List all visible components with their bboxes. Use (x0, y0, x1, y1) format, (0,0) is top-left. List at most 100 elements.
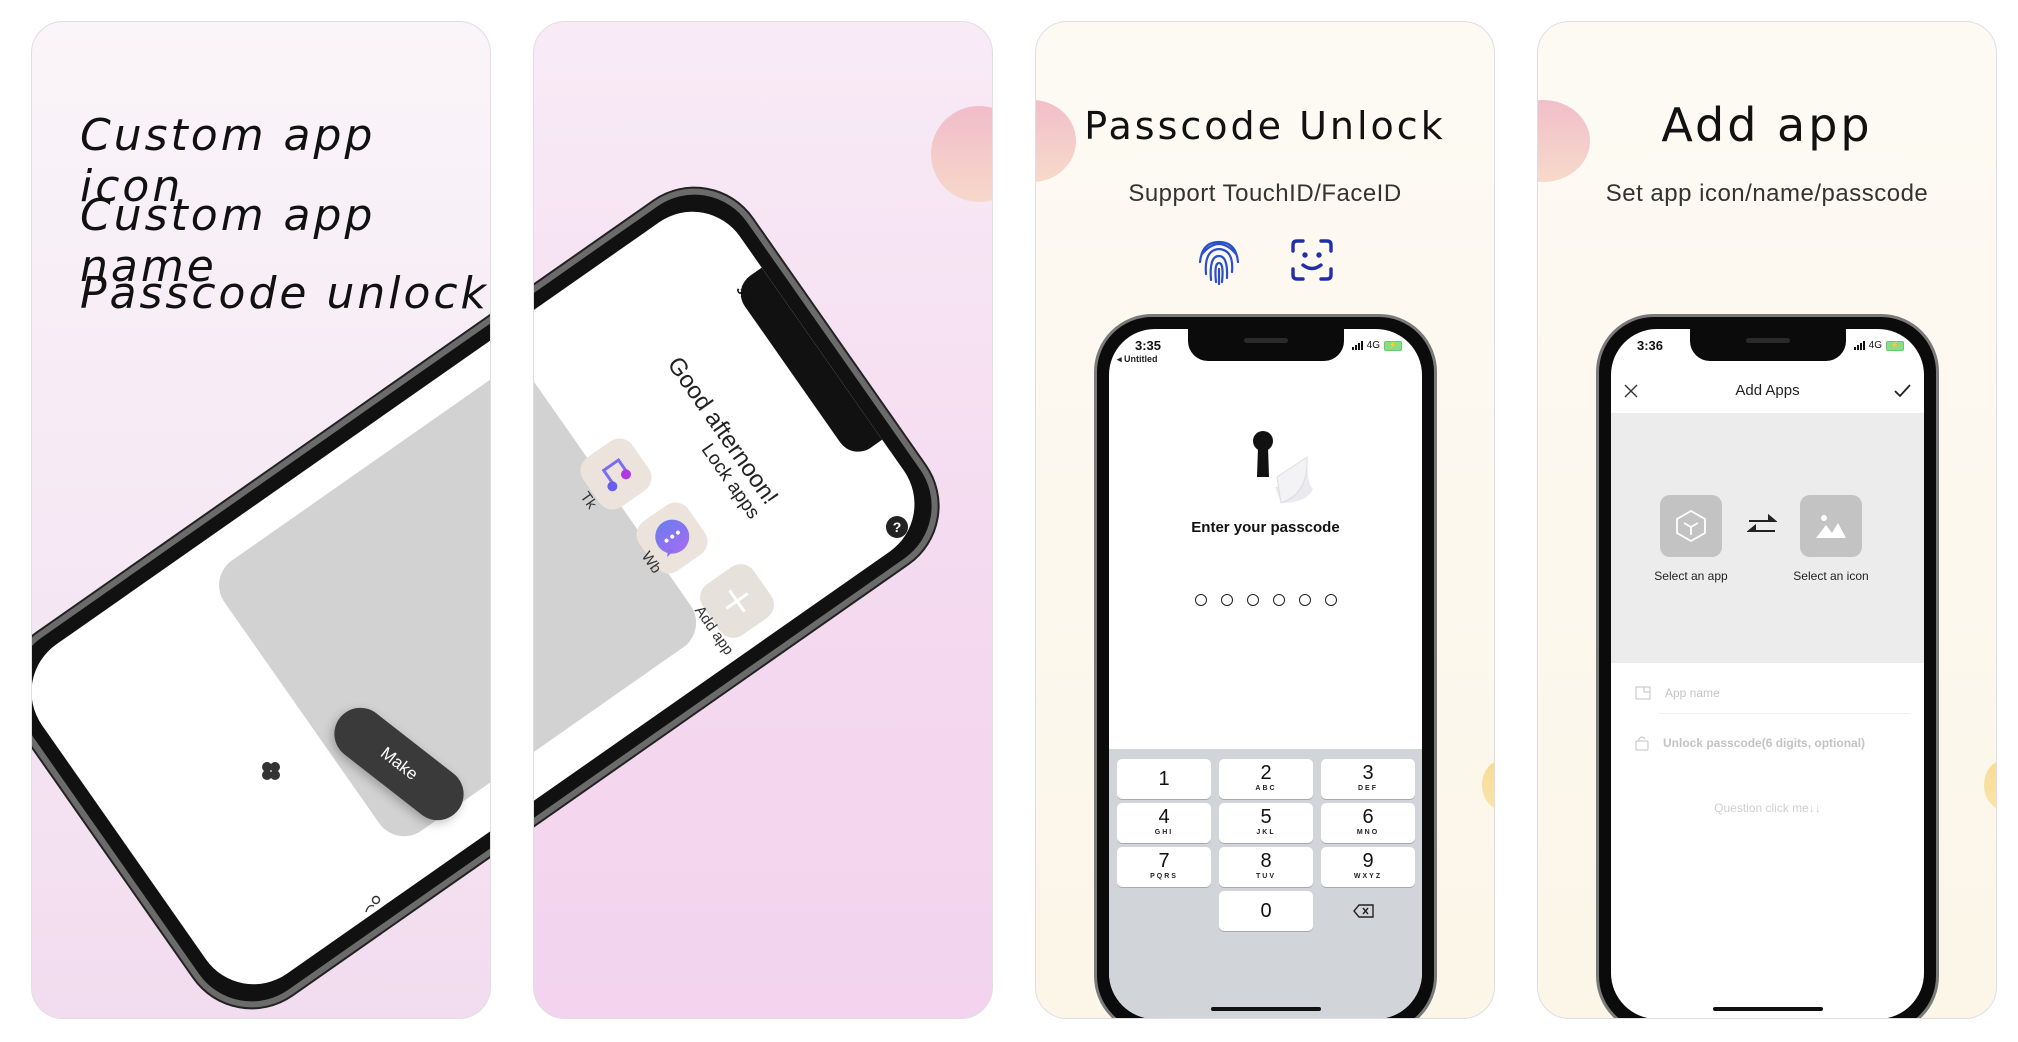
select-app-button[interactable] (1660, 495, 1722, 557)
key-4[interactable]: 4 GHI (1117, 803, 1211, 843)
help-link[interactable]: Question click me↓↓ (1611, 801, 1924, 815)
key-3[interactable]: 3 DEF (1321, 759, 1415, 799)
key-digit: 2 (1260, 762, 1272, 784)
passcode-dot (1194, 594, 1207, 606)
battery-icon: ⚡ (1886, 340, 1904, 351)
select-icon-label: Select an icon (1793, 569, 1869, 583)
key-letters: MNO (1356, 829, 1380, 836)
key-8[interactable]: 8 TUV (1219, 847, 1313, 887)
phone-screen: 3:36 4G ⚡ Add Apps Select an app Select … (1611, 329, 1924, 1018)
status-bar-right: 4G ⚡ (1853, 340, 1904, 351)
lock-icon (1635, 736, 1649, 751)
plus-icon (725, 589, 749, 613)
decorative-circle (1482, 760, 1494, 810)
backspace-icon (1353, 904, 1374, 918)
make-button-label: Make (377, 743, 422, 784)
phone-mockup: 3:35 ◂ Untitled 4G ⚡ Enter your passcode… (1094, 314, 1437, 1018)
decorative-circle (931, 106, 992, 202)
image-small-icon (1635, 686, 1651, 700)
app-name-placeholder: App name (1665, 686, 1720, 700)
key-digit: 0 (1260, 900, 1272, 922)
battery-icon: ⚡ (1384, 340, 1402, 351)
key-0[interactable]: 0 (1219, 891, 1313, 931)
person-icon[interactable] (362, 894, 384, 916)
select-app-label: Select an app (1654, 569, 1728, 583)
key-letters: ABC (1255, 785, 1277, 792)
key-digit: 7 (1158, 850, 1170, 872)
panel-subtitle: Support TouchID/FaceID (1128, 180, 1402, 207)
status-time: 3:36 (1637, 338, 1664, 353)
key-9[interactable]: 9 WXYZ (1321, 847, 1415, 887)
fingerprint-icon (1194, 234, 1244, 286)
face-id-icon (1290, 238, 1334, 282)
passcode-placeholder: Unlock passcode(6 digits, optional) (1663, 736, 1866, 750)
key-digit: 6 (1362, 806, 1374, 828)
select-area: Select an app Select an icon (1611, 413, 1924, 663)
phone-mockup: 3:36 4G ⚡ Add Apps Select an app Select … (1596, 314, 1939, 1018)
app-name-field[interactable]: App name (1635, 675, 1908, 711)
nav-bar: Add Apps (1611, 369, 1924, 413)
screenshot-panel-add-app: Add app Set app icon/name/passcode 3:36 … (1537, 21, 1997, 1019)
key-5[interactable]: 5 JKL (1219, 803, 1313, 843)
panel-title: Passcode Unlock (1084, 104, 1446, 148)
key-1[interactable]: 1 (1117, 759, 1211, 799)
delete-key[interactable] (1317, 891, 1411, 931)
key-digit: 1 (1158, 768, 1170, 790)
phone-screen: 3:35 ◂ Untitled 4G ⚡ Enter your passcode… (1109, 329, 1422, 1018)
passcode-dot (1324, 594, 1337, 606)
key-letters: JKL (1256, 829, 1276, 836)
help-button[interactable]: ? (886, 516, 908, 538)
keyhole-sticker-icon (1247, 427, 1317, 507)
passcode-prompt: Enter your passcode (1191, 519, 1340, 536)
key-letters: WXYZ (1353, 873, 1383, 880)
passcode-dot (1272, 594, 1285, 606)
decorative-circle (1984, 760, 1996, 810)
signal-icon (1351, 341, 1363, 350)
key-7[interactable]: 7 PQRS (1117, 847, 1211, 887)
confirm-button[interactable] (1892, 381, 1912, 401)
image-icon (1816, 515, 1846, 538)
screenshot-panel-custom-features: Custom app icon Custom app name Passcode… (31, 21, 491, 1019)
key-letters: GHI (1154, 829, 1174, 836)
panel-title: Add app (1661, 98, 1873, 152)
status-bar-right: 4G ⚡ (1351, 340, 1402, 351)
key-letters: DEF (1358, 785, 1378, 792)
nav-title: Add Apps (1735, 382, 1800, 399)
key-2[interactable]: 2 ABC (1219, 759, 1313, 799)
back-link[interactable]: ◂ Untitled (1117, 354, 1158, 365)
numeric-keypad: 1 2 ABC 3 DEF 4 GHI 5 JKL 6 MNO 7 PQRS 8 TUV 9 WXYZ 0 (1109, 749, 1422, 1018)
cube-icon (1676, 509, 1706, 543)
clover-icon[interactable] (260, 760, 282, 782)
question-icon: ? (892, 519, 902, 535)
passcode-dot (1246, 594, 1259, 606)
network-type: 4G (1366, 340, 1380, 351)
key-digit: 9 (1362, 850, 1374, 872)
select-icon-button[interactable] (1800, 495, 1862, 557)
home-indicator (1210, 1007, 1321, 1011)
passcode-dot (1298, 594, 1311, 606)
phone-notch (1689, 329, 1846, 361)
checkmark-icon (1894, 384, 1911, 398)
key-letters: TUV (1256, 873, 1276, 880)
headline-3: Passcode unlock (80, 268, 490, 319)
key-digit: 5 (1260, 806, 1272, 828)
status-time: 3:35 (1135, 338, 1162, 353)
screenshot-panel-passcode: Passcode Unlock Support TouchID/FaceID 3… (1035, 21, 1495, 1019)
phone-notch (1187, 329, 1344, 361)
passcode-field[interactable]: Unlock passcode(6 digits, optional) (1635, 725, 1908, 761)
network-type: 4G (1868, 340, 1882, 351)
apps-card (534, 359, 708, 849)
key-digit: 3 (1362, 762, 1374, 784)
key-digit: 4 (1158, 806, 1170, 828)
panel-subtitle: Set app icon/name/passcode (1605, 180, 1929, 207)
swap-icon (1746, 513, 1778, 539)
signal-icon (1853, 341, 1865, 350)
field-divider (1659, 713, 1910, 714)
passcode-dot (1220, 594, 1233, 606)
key-digit: 8 (1260, 850, 1272, 872)
home-indicator (1712, 1007, 1823, 1011)
key-6[interactable]: 6 MNO (1321, 803, 1415, 843)
passcode-dots (1109, 594, 1422, 606)
key-letters: PQRS (1150, 873, 1178, 880)
screenshot-panel-home-screen: 3:34 Good afternoon! Lock apps 4G ? Tk W… (533, 21, 993, 1019)
